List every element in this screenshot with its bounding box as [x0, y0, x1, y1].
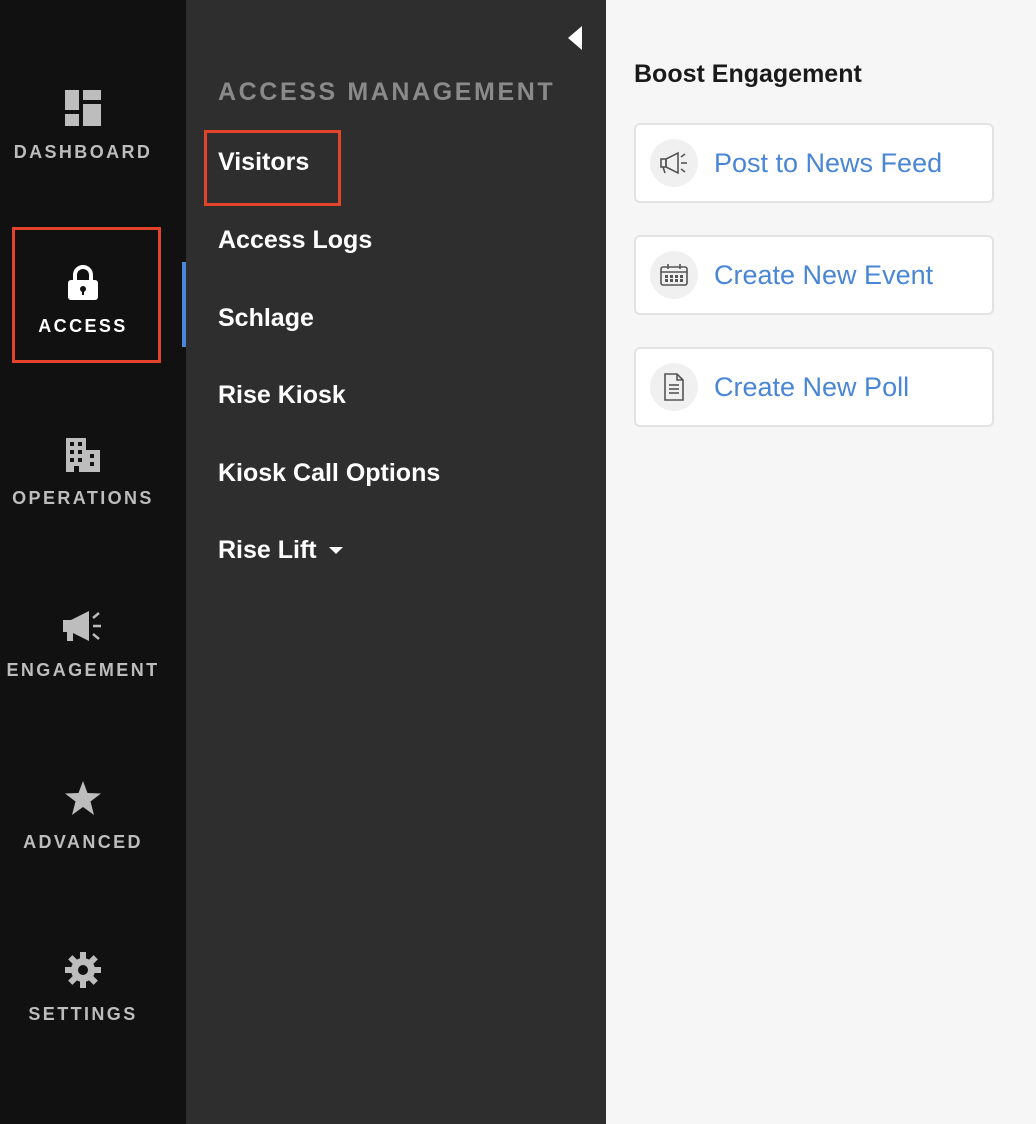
card-label: Create New Poll — [714, 371, 910, 402]
collapse-arrow-icon[interactable] — [568, 26, 586, 50]
highlight-box-access — [12, 227, 161, 363]
highlight-box-visitors — [204, 130, 341, 206]
rail-item-label: DASHBOARD — [13, 142, 153, 162]
create-new-event-button[interactable]: Create New Event — [634, 235, 994, 315]
main-content: Boost Engagement Post to News Feed Creat… — [606, 0, 1036, 1124]
rail-item-dashboard[interactable]: DASHBOARD — [0, 88, 166, 198]
submenu-title: ACCESS MANAGEMENT — [218, 78, 556, 106]
post-to-news-feed-button[interactable]: Post to News Feed — [634, 123, 994, 203]
submenu-item-rise-kiosk[interactable]: Rise Kiosk — [218, 381, 346, 410]
page-title: Boost Engagement — [634, 60, 862, 88]
star-icon — [63, 778, 103, 818]
building-icon — [63, 434, 103, 474]
rail-item-settings[interactable]: SETTINGS — [0, 950, 166, 1060]
rail-item-operations[interactable]: OPERATIONS — [0, 434, 166, 544]
rail-item-label: ENGAGEMENT — [6, 660, 160, 680]
submenu-panel: ACCESS MANAGEMENT Visitors Access Logs S… — [186, 0, 606, 1124]
submenu-item-label: Rise Lift — [218, 536, 317, 564]
submenu-item-label: Schlage — [218, 304, 314, 332]
rail-item-label: OPERATIONS — [12, 488, 154, 508]
submenu-item-kiosk-call-options[interactable]: Kiosk Call Options — [218, 459, 440, 488]
submenu-item-label: Access Logs — [218, 226, 373, 254]
card-label: Create New Event — [714, 259, 934, 290]
submenu-item-access-logs[interactable]: Access Logs — [218, 226, 372, 255]
rail-item-label: ADVANCED — [23, 832, 143, 852]
submenu-item-schlage[interactable]: Schlage — [218, 304, 314, 333]
card-label: Post to News Feed — [714, 147, 943, 178]
dashboard-icon — [63, 88, 103, 128]
icon-rail: DASHBOARD ACCESS OPERATIONS ENGAGEMENT A… — [0, 0, 186, 1124]
megaphone-icon — [650, 139, 698, 187]
gear-icon — [63, 950, 103, 990]
caret-down-icon — [328, 547, 343, 554]
megaphone-icon — [63, 606, 103, 646]
submenu-item-rise-lift[interactable]: Rise Lift — [218, 536, 343, 565]
submenu-item-label: Rise Kiosk — [218, 381, 346, 409]
document-icon — [650, 363, 698, 411]
create-new-poll-button[interactable]: Create New Poll — [634, 347, 994, 427]
submenu-item-label: Kiosk Call Options — [218, 459, 441, 487]
calendar-icon — [650, 251, 698, 299]
rail-item-advanced[interactable]: ADVANCED — [0, 778, 166, 888]
rail-item-label: SETTINGS — [28, 1004, 138, 1024]
rail-item-engagement[interactable]: ENGAGEMENT — [0, 606, 166, 716]
